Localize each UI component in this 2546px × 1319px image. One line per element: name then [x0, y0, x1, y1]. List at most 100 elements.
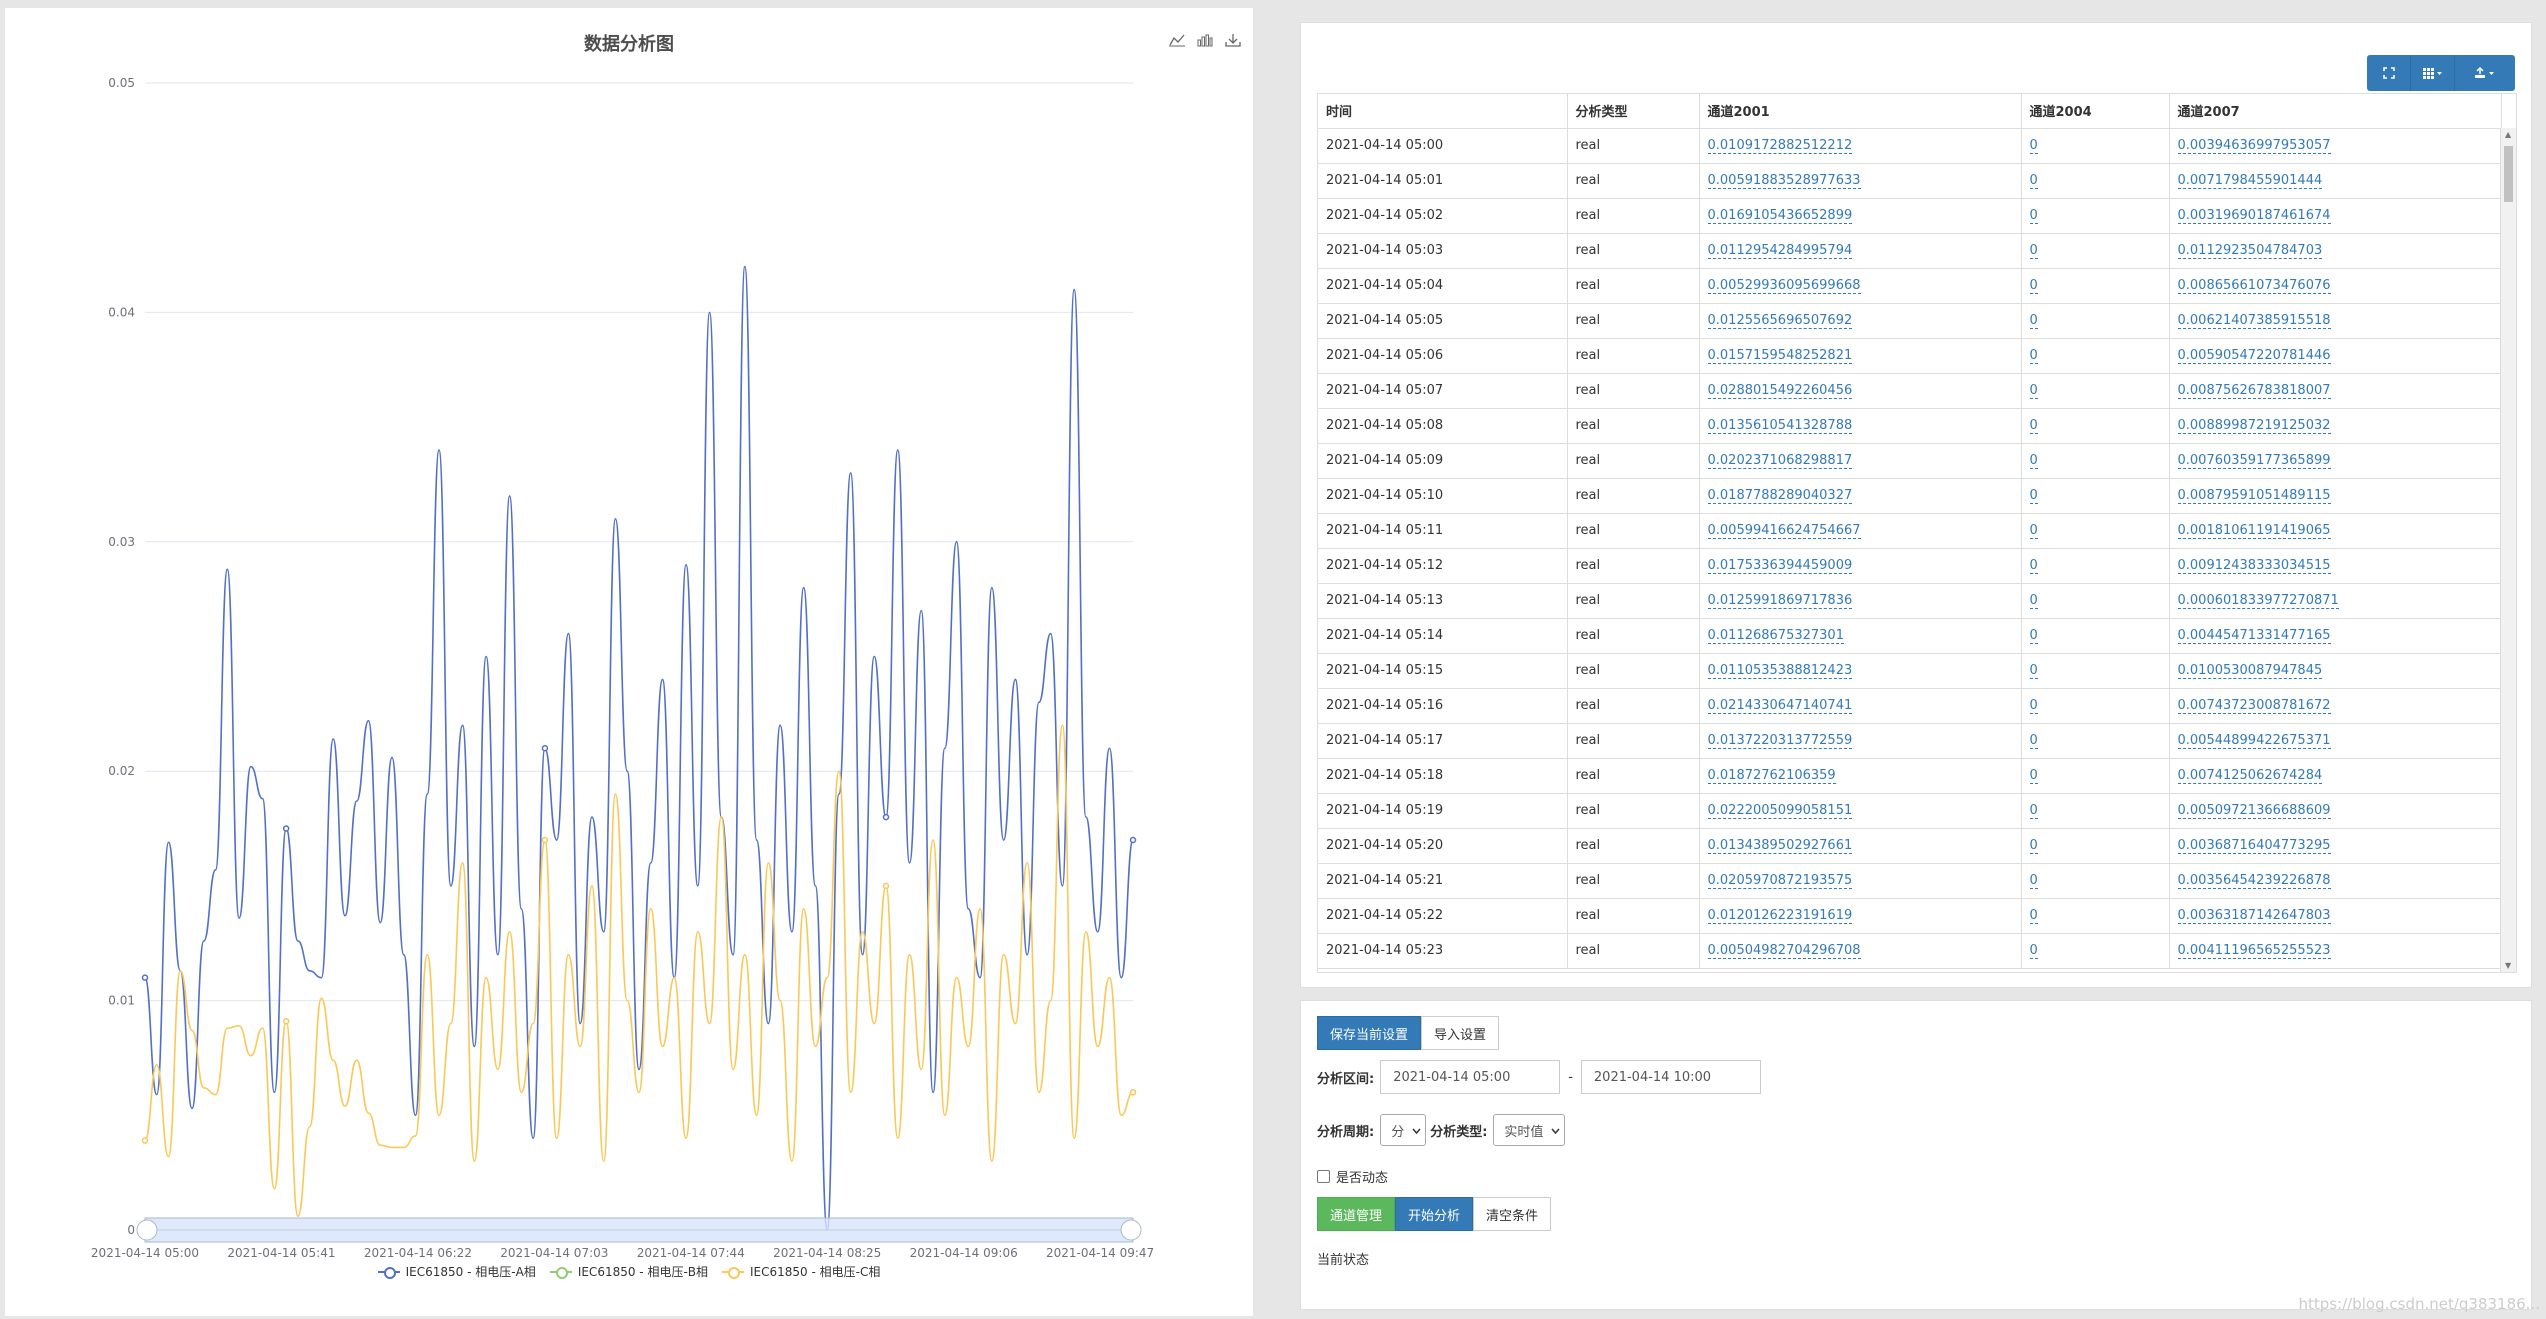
- scroll-up-icon[interactable]: ▲: [2505, 130, 2511, 139]
- editable-value-link[interactable]: 0: [2029, 348, 2038, 364]
- period-select[interactable]: 分: [1380, 1114, 1427, 1146]
- editable-value-link[interactable]: 0.0120126223191619: [1707, 908, 1853, 924]
- editable-value-link[interactable]: 0.00889987219125032: [2177, 418, 2331, 434]
- editable-value-link[interactable]: 0.00599416624754667: [1707, 523, 1861, 539]
- editable-value-link[interactable]: 0: [2029, 803, 2038, 819]
- editable-value-link[interactable]: 0.00621407385915518: [2177, 313, 2331, 329]
- editable-value-link[interactable]: 0.00544899422675371: [2177, 733, 2331, 749]
- editable-value-link[interactable]: 0: [2029, 313, 2038, 329]
- columns-icon[interactable]: [2411, 55, 2455, 91]
- dynamic-checkbox[interactable]: [1317, 1170, 1330, 1183]
- editable-value-link[interactable]: 0.00181061191419065: [2177, 523, 2331, 539]
- editable-value-link[interactable]: 0.00363187142647803: [2177, 908, 2331, 924]
- editable-value-link[interactable]: 0.00319690187461674: [2177, 208, 2331, 224]
- editable-value-link[interactable]: 0.0137220313772559: [1707, 733, 1853, 749]
- editable-value-link[interactable]: 0.00394636997953057: [2177, 138, 2331, 154]
- editable-value-link[interactable]: 0: [2029, 873, 2038, 889]
- editable-value-link[interactable]: 0.0100530087947845: [2177, 663, 2323, 679]
- editable-value-link[interactable]: 0.01872762106359: [1707, 768, 1836, 784]
- editable-value-link[interactable]: 0.00865661073476076: [2177, 278, 2331, 294]
- editable-value-link[interactable]: 0: [2029, 768, 2038, 784]
- editable-value-link[interactable]: 0.0205970872193575: [1707, 873, 1853, 889]
- editable-value-link[interactable]: 0.0071798455901444: [2177, 173, 2323, 189]
- scroll-down-icon[interactable]: ▼: [2505, 961, 2511, 970]
- editable-value-link[interactable]: 0: [2029, 278, 2038, 294]
- vertical-scrollbar[interactable]: ▲ ▼: [2500, 128, 2516, 972]
- editable-value-link[interactable]: 0.00760359177365899: [2177, 453, 2331, 469]
- import-settings-button[interactable]: 导入设置: [1421, 1016, 1500, 1050]
- editable-value-link[interactable]: 0.0214330647140741: [1707, 698, 1853, 714]
- editable-value-link[interactable]: 0.00590547220781446: [2177, 348, 2331, 364]
- editable-value-link[interactable]: 0.0109172882512212: [1707, 138, 1853, 154]
- editable-value-link[interactable]: 0: [2029, 663, 2038, 679]
- editable-value-link[interactable]: 0.0125991869717836: [1707, 593, 1853, 609]
- download-icon[interactable]: [1223, 30, 1243, 50]
- editable-value-link[interactable]: 0.00509721366688609: [2177, 803, 2331, 819]
- editable-value-link[interactable]: 0: [2029, 558, 2038, 574]
- editable-value-link[interactable]: 0.0288015492260456: [1707, 383, 1853, 399]
- editable-value-link[interactable]: 0.000601833977270871: [2177, 593, 2339, 609]
- editable-value-link[interactable]: 0.0110535388812423: [1707, 663, 1853, 679]
- type-select[interactable]: 实时值: [1493, 1114, 1566, 1146]
- fullscreen-icon[interactable]: [2367, 55, 2411, 91]
- editable-value-link[interactable]: 0.00743723008781672: [2177, 698, 2331, 714]
- editable-value-link[interactable]: 0: [2029, 418, 2038, 434]
- editable-value-link[interactable]: 0.00591883528977633: [1707, 173, 1861, 189]
- legend-item[interactable]: IEC61850 - 相电压-B相: [549, 1263, 708, 1280]
- legend-item[interactable]: IEC61850 - 相电压-C相: [722, 1263, 880, 1280]
- editable-value-link[interactable]: 0: [2029, 628, 2038, 644]
- line-chart-icon[interactable]: [1167, 30, 1187, 50]
- editable-value-link[interactable]: 0.0157159548252821: [1707, 348, 1853, 364]
- editable-value-link[interactable]: 0: [2029, 488, 2038, 504]
- editable-value-link[interactable]: 0.0074125062674284: [2177, 768, 2323, 784]
- table-header-cell[interactable]: 通道2004: [2021, 94, 2170, 129]
- editable-value-link[interactable]: 0.0175336394459009: [1707, 558, 1853, 574]
- editable-value-link[interactable]: 0.00356454239226878: [2177, 873, 2331, 889]
- range-start-input[interactable]: 2021-04-14 05:00: [1380, 1060, 1561, 1094]
- editable-value-link[interactable]: 0.00912438333034515: [2177, 558, 2331, 574]
- editable-value-link[interactable]: 0: [2029, 173, 2038, 189]
- editable-value-link[interactable]: 0.0169105436652899: [1707, 208, 1853, 224]
- editable-value-link[interactable]: 0: [2029, 453, 2038, 469]
- editable-value-link[interactable]: 0: [2029, 943, 2038, 959]
- range-end-input[interactable]: 2021-04-14 10:00: [1580, 1060, 1761, 1094]
- editable-value-link[interactable]: 0: [2029, 908, 2038, 924]
- editable-value-link[interactable]: 0: [2029, 698, 2038, 714]
- editable-value-link[interactable]: 0: [2029, 243, 2038, 259]
- editable-value-link[interactable]: 0: [2029, 838, 2038, 854]
- editable-value-link[interactable]: 0.0187788289040327: [1707, 488, 1853, 504]
- clear-conditions-button[interactable]: 清空条件: [1473, 1197, 1552, 1231]
- table-header-cell[interactable]: 分析类型: [1567, 94, 1700, 129]
- channel-management-button[interactable]: 通道管理: [1317, 1197, 1396, 1231]
- table-header-cell[interactable]: 通道2001: [1699, 94, 2022, 129]
- editable-value-link[interactable]: 0.0125565696507692: [1707, 313, 1853, 329]
- editable-value-link[interactable]: 0.011268675327301: [1707, 628, 1844, 644]
- editable-value-link[interactable]: 0: [2029, 383, 2038, 399]
- editable-value-link[interactable]: 0.00411196565255523: [2177, 943, 2331, 959]
- editable-value-link[interactable]: 0: [2029, 138, 2038, 154]
- table-header-cell[interactable]: 通道2007: [2169, 94, 2502, 129]
- editable-value-link[interactable]: 0.00504982704296708: [1707, 943, 1861, 959]
- start-analysis-button[interactable]: 开始分析: [1395, 1197, 1474, 1231]
- editable-value-link[interactable]: 0: [2029, 208, 2038, 224]
- editable-value-link[interactable]: 0.0112954284995794: [1707, 243, 1853, 259]
- bar-chart-icon[interactable]: [1195, 30, 1215, 50]
- editable-value-link[interactable]: 0: [2029, 733, 2038, 749]
- editable-value-link[interactable]: 0.0222005099058151: [1707, 803, 1853, 819]
- editable-value-link[interactable]: 0.00368716404773295: [2177, 838, 2331, 854]
- editable-value-link[interactable]: 0: [2029, 523, 2038, 539]
- editable-value-link[interactable]: 0.00875626783818007: [2177, 383, 2331, 399]
- editable-value-link[interactable]: 0.00879591051489115: [2177, 488, 2331, 504]
- scroll-thumb[interactable]: [2504, 146, 2513, 202]
- editable-value-link[interactable]: 0.0135610541328788: [1707, 418, 1853, 434]
- editable-value-link[interactable]: 0.0112923504784703: [2177, 243, 2323, 259]
- editable-value-link[interactable]: 0.00529936095699668: [1707, 278, 1861, 294]
- editable-value-link[interactable]: 0.0202371068298817: [1707, 453, 1853, 469]
- export-icon[interactable]: [2455, 55, 2515, 91]
- legend-item[interactable]: IEC61850 - 相电压-A相: [377, 1263, 536, 1280]
- editable-value-link[interactable]: 0.00445471331477165: [2177, 628, 2331, 644]
- editable-value-link[interactable]: 0: [2029, 593, 2038, 609]
- table-header-cell[interactable]: 时间: [1318, 94, 1568, 129]
- save-settings-button[interactable]: 保存当前设置: [1317, 1016, 1422, 1050]
- editable-value-link[interactable]: 0.0134389502927661: [1707, 838, 1853, 854]
